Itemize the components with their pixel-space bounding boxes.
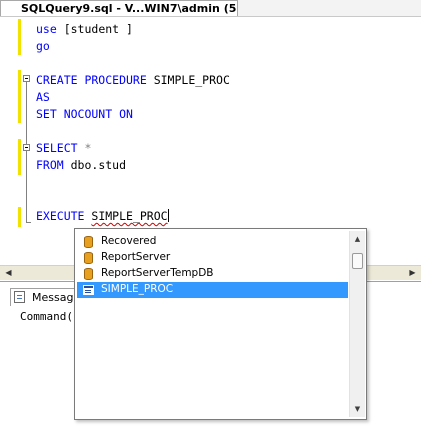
change-marker — [18, 207, 21, 227]
outline-end — [26, 222, 31, 223]
code-line: go — [36, 38, 50, 55]
scroll-left-icon[interactable]: ◀ — [2, 267, 15, 279]
unresolved-identifier: SIMPLE_PROC — [91, 209, 168, 223]
code-line: FROM dbo.stud — [36, 157, 126, 174]
code-line: use [student ] — [36, 21, 133, 38]
database-icon — [84, 268, 93, 280]
scroll-up-icon[interactable]: ▲ — [350, 232, 365, 246]
document-tab-title: SQLQuery9.sql - V...WIN7\admin (52))* — [21, 2, 238, 15]
completion-item-label: ReportServerTempDB — [101, 267, 214, 279]
outline-line — [26, 82, 27, 222]
collapse-icon[interactable] — [23, 144, 30, 151]
change-marker — [18, 70, 21, 123]
scroll-right-icon[interactable]: ▶ — [406, 267, 419, 279]
text-caret — [167, 209, 169, 222]
operator-text: * — [77, 141, 92, 155]
messages-icon — [14, 291, 25, 303]
keyword: SELECT — [36, 141, 78, 155]
completion-item-label: ReportServer — [101, 251, 171, 263]
change-marker — [18, 19, 21, 55]
code-line: SELECT * — [36, 140, 91, 157]
scroll-down-icon[interactable]: ▼ — [350, 402, 365, 416]
code-text: SIMPLE_PROC — [146, 73, 230, 87]
completion-item-selected[interactable]: SIMPLE_PROC — [77, 282, 348, 298]
keyword: CREATE PROCEDURE — [36, 73, 147, 87]
completion-item[interactable]: ReportServerTempDB — [77, 266, 348, 282]
collapse-icon[interactable] — [23, 75, 30, 82]
keyword: AS — [36, 90, 50, 104]
intellisense-completion-list[interactable]: Recovered ReportServer ReportServerTempD… — [74, 228, 367, 420]
code-text: dbo.stud — [63, 158, 127, 172]
keyword: go — [36, 39, 50, 53]
keyword: SET NOCOUNT ON — [36, 107, 133, 121]
stored-procedure-icon — [83, 285, 94, 295]
keyword: use — [36, 22, 57, 36]
keyword: EXECUTE — [36, 209, 85, 223]
keyword: FROM — [36, 158, 64, 172]
document-tab[interactable]: SQLQuery9.sql - V...WIN7\admin (52))* — [0, 0, 238, 16]
change-marker — [18, 139, 21, 175]
code-line: AS — [36, 89, 50, 106]
completion-item-label: Recovered — [101, 235, 157, 247]
query-editor-window: SQLQuery9.sql - V...WIN7\admin (52))* us… — [0, 0, 421, 426]
completion-item-label: SIMPLE_PROC — [101, 283, 174, 295]
completion-item[interactable]: ReportServer — [77, 250, 348, 266]
completion-list-scrollbar[interactable]: ▲ ▼ — [349, 231, 365, 417]
completion-item[interactable]: Recovered — [77, 234, 348, 250]
scrollbar-thumb[interactable] — [352, 253, 363, 269]
code-text: [student ] — [56, 22, 133, 36]
code-line: SET NOCOUNT ON — [36, 106, 133, 123]
code-line: EXECUTE SIMPLE_PROC — [36, 208, 169, 225]
messages-tab[interactable]: Messages — [10, 288, 86, 306]
code-line: CREATE PROCEDURE SIMPLE_PROC — [36, 72, 230, 89]
database-icon — [84, 236, 93, 248]
database-icon — [84, 252, 93, 264]
document-tab-strip: SQLQuery9.sql - V...WIN7\admin (52))* — [0, 0, 421, 17]
